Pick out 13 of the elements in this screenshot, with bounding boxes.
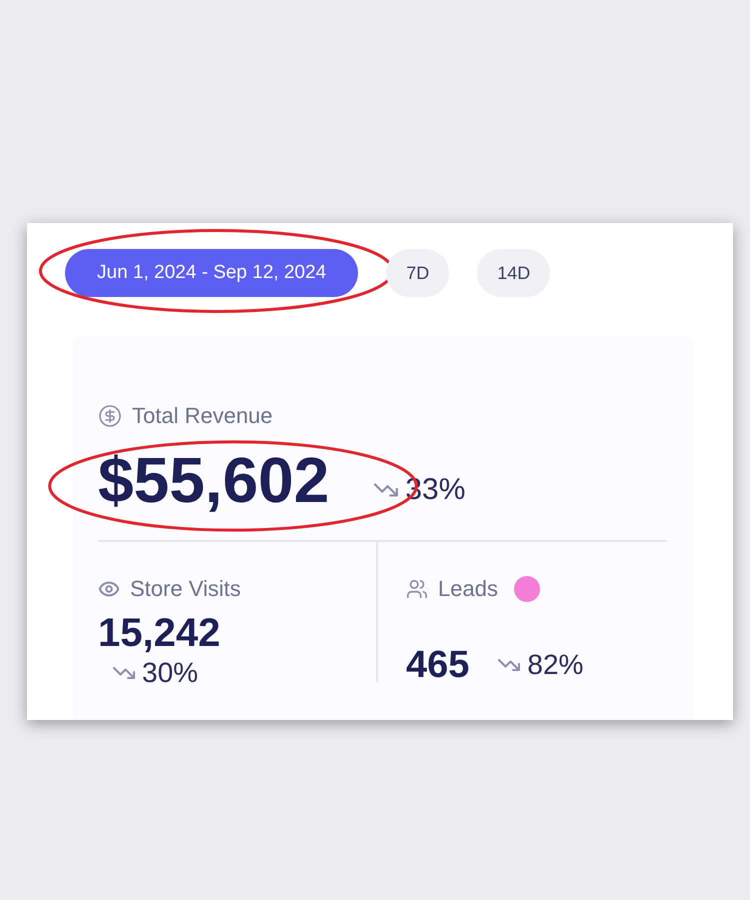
- metric-label: Leads: [438, 575, 498, 603]
- date-filter-tab[interactable]: Jun 1, 2024 - Sep 12, 2024: [65, 249, 358, 297]
- dollar-icon: [98, 404, 122, 428]
- date-filter-tab[interactable]: 7D: [386, 249, 450, 297]
- date-filter-tab[interactable]: 14D: [477, 249, 550, 297]
- metric-label: Total Revenue: [132, 402, 273, 430]
- metric-label: Store Visits: [130, 575, 241, 603]
- users-icon: [406, 578, 428, 600]
- metric-value: 465: [406, 643, 470, 687]
- change-value: 30%: [142, 657, 198, 689]
- metric-value: 15,242: [98, 610, 222, 657]
- revenue-value: $55,602: [98, 443, 330, 518]
- change-value: 82%: [527, 648, 584, 682]
